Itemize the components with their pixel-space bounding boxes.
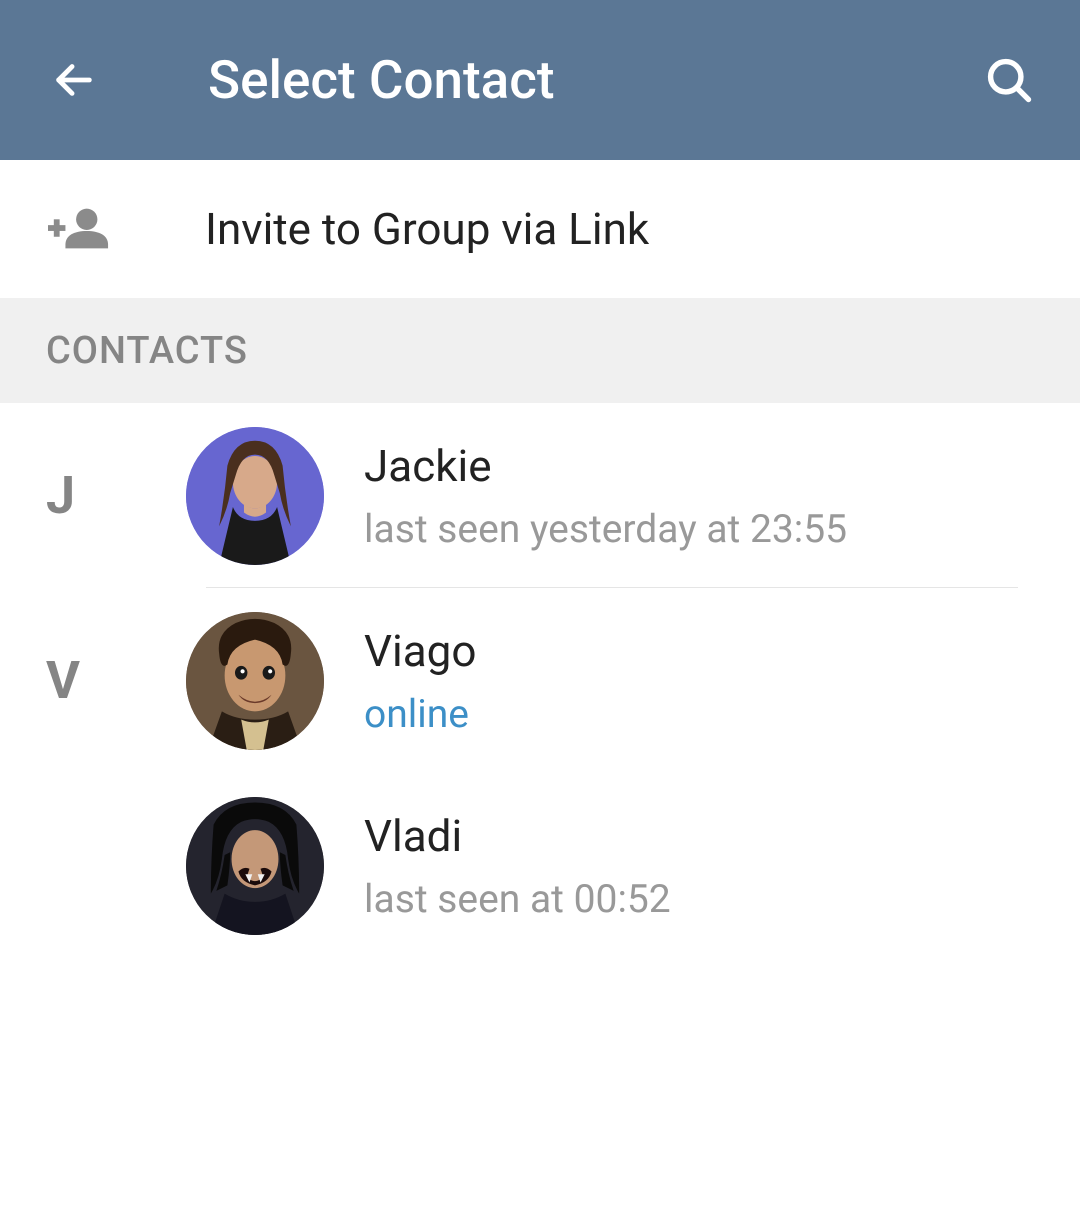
search-icon[interactable] xyxy=(983,54,1035,106)
contact-info: Jackie last seen yesterday at 23:55 xyxy=(364,440,1050,552)
page-title: Select Contact xyxy=(208,49,983,111)
contact-name: Viago xyxy=(364,625,1050,677)
avatar xyxy=(186,797,324,935)
section-letter: J xyxy=(46,465,141,526)
contact-row-jackie[interactable]: J Jackie last seen yesterday at 23:55 xyxy=(0,403,1080,588)
contact-name: Vladi xyxy=(364,810,1050,862)
back-arrow-icon[interactable] xyxy=(50,56,98,104)
contact-status: last seen yesterday at 23:55 xyxy=(364,506,1050,552)
contact-row-vladi[interactable]: Vladi last seen at 00:52 xyxy=(0,773,1080,958)
contact-row-viago[interactable]: V Viago online xyxy=(0,588,1080,773)
contact-status: online xyxy=(364,691,1050,737)
section-title: CONTACTS xyxy=(46,329,248,373)
invite-label: Invite to Group via Link xyxy=(205,203,649,255)
contact-status: last seen at 00:52 xyxy=(364,876,1050,922)
contact-info: Viago online xyxy=(364,625,1050,737)
contacts-list: J Jackie last seen yesterday at 23:55 V xyxy=(0,403,1080,958)
contacts-section-header: CONTACTS xyxy=(0,298,1080,403)
add-person-icon xyxy=(48,205,110,253)
invite-via-link-button[interactable]: Invite to Group via Link xyxy=(0,160,1080,298)
contact-name: Jackie xyxy=(364,440,1050,492)
avatar xyxy=(186,427,324,565)
app-header: Select Contact xyxy=(0,0,1080,160)
avatar xyxy=(186,612,324,750)
contact-info: Vladi last seen at 00:52 xyxy=(364,810,1050,922)
section-letter: V xyxy=(46,650,141,711)
